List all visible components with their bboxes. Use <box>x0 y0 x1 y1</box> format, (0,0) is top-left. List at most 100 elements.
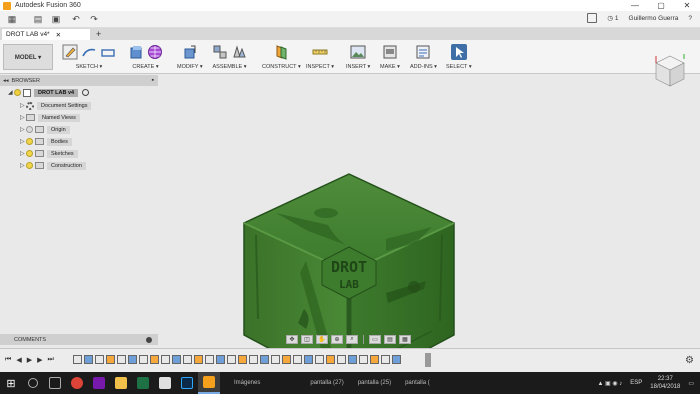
timeline-feature[interactable] <box>293 355 302 364</box>
taskbar-excel-icon[interactable] <box>132 372 154 394</box>
taskbar-onenote-icon[interactable] <box>88 372 110 394</box>
document-tab[interactable]: DROT LAB v4* ✕ <box>2 29 90 40</box>
timeline-feature[interactable] <box>282 355 291 364</box>
make-group[interactable]: MAKE ▾ <box>380 42 400 72</box>
timeline-feature[interactable] <box>315 355 324 364</box>
input-language[interactable]: ESP <box>630 380 642 386</box>
timeline-feature[interactable] <box>260 355 269 364</box>
display-settings-icon[interactable]: ▭ <box>369 335 381 344</box>
timeline-feature[interactable] <box>216 355 225 364</box>
job-status-icon[interactable]: ◷ 1 <box>607 14 618 22</box>
close-window-button[interactable]: ✕ <box>674 0 700 11</box>
taskbar-item-screenshot-1[interactable]: pantalla (27) <box>310 380 343 386</box>
timeline-feature[interactable] <box>128 355 137 364</box>
timeline-feature[interactable] <box>304 355 313 364</box>
taskbar-item-images[interactable]: Imágenes <box>234 380 260 386</box>
tree-item-bodies[interactable]: ▷ Bodies <box>20 137 72 146</box>
tree-root-node[interactable]: ◢ DROT LAB v4 <box>8 88 90 97</box>
add-ins-group[interactable]: ADD-INS ▾ <box>410 42 437 72</box>
add-comment-icon[interactable] <box>146 336 152 343</box>
timeline-feature[interactable] <box>227 355 236 364</box>
workspace-switcher[interactable]: MODEL ▾ <box>3 44 53 70</box>
step-forward-icon[interactable]: ▶ <box>37 356 42 364</box>
visibility-bulb-icon[interactable] <box>26 138 33 145</box>
pan-icon[interactable]: ✋ <box>316 335 328 344</box>
grid-snaps-icon[interactable]: ▤ <box>384 335 396 344</box>
go-to-end-icon[interactable]: ⏭ <box>47 356 53 364</box>
taskbar-clock[interactable]: 22:37 18/04/2018 <box>650 375 680 391</box>
construct-group[interactable]: CONSTRUCT ▾ <box>262 42 301 72</box>
timeline-feature[interactable] <box>337 355 346 364</box>
select-group[interactable]: SELECT ▾ <box>446 42 472 72</box>
taskbar-task-view-icon[interactable] <box>44 372 66 394</box>
notifications-icon[interactable]: ▭ <box>688 380 694 387</box>
maximize-button[interactable]: ▢ <box>648 0 674 11</box>
active-radio-icon[interactable] <box>82 89 90 96</box>
timeline-feature[interactable] <box>392 355 401 364</box>
browser-pin-icon[interactable]: ▪ <box>152 77 154 84</box>
assemble-group[interactable]: ASSEMBLE ▾ <box>212 42 247 72</box>
insert-group[interactable]: INSERT ▾ <box>346 42 370 72</box>
timeline-feature[interactable] <box>183 355 192 364</box>
tree-item-sketches[interactable]: ▷ Sketches <box>20 149 78 158</box>
orbit-icon[interactable]: ✥ <box>286 335 298 344</box>
timeline-feature[interactable] <box>359 355 368 364</box>
fit-icon[interactable]: ⌕ <box>346 335 358 344</box>
visibility-bulb-icon[interactable] <box>14 89 21 96</box>
timeline-feature[interactable] <box>370 355 379 364</box>
timeline-feature[interactable] <box>139 355 148 364</box>
sketch-group[interactable]: SKETCH ▾ <box>62 42 116 72</box>
close-tab-icon[interactable]: ✕ <box>56 31 61 39</box>
timeline-feature[interactable] <box>194 355 203 364</box>
inspect-group[interactable]: INSPECT ▾ <box>306 42 334 72</box>
zoom-icon[interactable]: ⊕ <box>331 335 343 344</box>
tree-item-named-views[interactable]: ▷ Named Views <box>20 113 80 122</box>
tree-item-construction[interactable]: ▷ Construction <box>20 161 86 170</box>
tray-network-icon[interactable]: ▲ ▣ ◉ ♪ <box>597 380 622 387</box>
browser-panel-header[interactable]: ◂◂ BROWSER ▪ <box>0 75 158 86</box>
help-icon[interactable]: ? <box>688 15 692 22</box>
collapse-browser-icon[interactable]: ◂◂ <box>3 78 9 84</box>
timeline-feature[interactable] <box>95 355 104 364</box>
timeline-feature[interactable] <box>161 355 170 364</box>
timeline-feature[interactable] <box>238 355 247 364</box>
minimize-button[interactable]: — <box>622 0 648 11</box>
step-back-icon[interactable]: ◀ <box>16 356 21 364</box>
taskbar-item-screenshot-2[interactable]: pantalla (25) <box>358 380 391 386</box>
visibility-bulb-icon[interactable] <box>26 126 33 133</box>
play-icon[interactable]: ▶ <box>27 356 32 364</box>
modify-group[interactable]: MODIFY ▾ <box>177 42 203 72</box>
file-menu-icon[interactable]: ▤ <box>32 13 44 25</box>
timeline-feature[interactable] <box>84 355 93 364</box>
timeline-feature[interactable] <box>348 355 357 364</box>
timeline-feature[interactable] <box>381 355 390 364</box>
save-icon[interactable]: ▣ <box>50 13 62 25</box>
timeline-feature[interactable] <box>205 355 214 364</box>
timeline-feature[interactable] <box>326 355 335 364</box>
visibility-bulb-icon[interactable] <box>26 150 33 157</box>
create-group[interactable]: CREATE ▾ <box>128 42 163 72</box>
timeline-feature[interactable] <box>271 355 280 364</box>
timeline-settings-gear-icon[interactable]: ⚙ <box>685 355 694 366</box>
undo-icon[interactable]: ↶ <box>70 13 82 25</box>
taskbar-photoshop-icon[interactable] <box>176 372 198 394</box>
timeline-marker[interactable] <box>425 353 431 367</box>
taskbar-files-icon[interactable] <box>154 372 176 394</box>
taskbar-explorer-icon[interactable] <box>110 372 132 394</box>
timeline-feature[interactable] <box>117 355 126 364</box>
comments-panel-header[interactable]: COMMENTS <box>0 334 158 345</box>
timeline-feature[interactable] <box>73 355 82 364</box>
tree-item-document-settings[interactable]: ▷ Document Settings <box>20 101 92 110</box>
taskbar-chrome-icon[interactable] <box>66 372 88 394</box>
taskbar-search-icon[interactable] <box>22 372 44 394</box>
extensions-icon[interactable] <box>587 13 598 23</box>
taskbar-item-screenshot-3[interactable]: pantalla ( <box>405 380 430 386</box>
look-at-icon[interactable]: ◫ <box>301 335 313 344</box>
viewports-icon[interactable]: ▦ <box>399 335 411 344</box>
taskbar-fusion360-icon[interactable] <box>198 372 220 394</box>
timeline-feature[interactable] <box>106 355 115 364</box>
user-name[interactable]: Guillermo Guerra <box>629 15 679 22</box>
data-panel-grid-icon[interactable]: ▦ <box>6 13 18 25</box>
redo-icon[interactable]: ↷ <box>88 13 100 25</box>
timeline-feature[interactable] <box>150 355 159 364</box>
